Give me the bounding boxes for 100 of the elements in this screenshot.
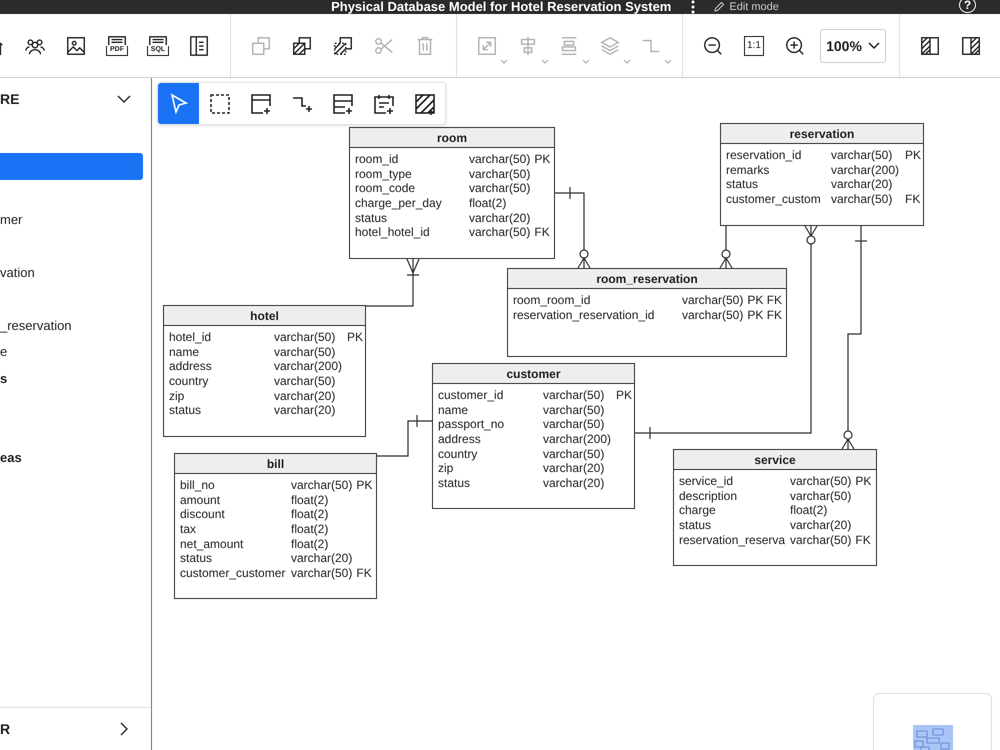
column-name: reservation_reservation_id <box>513 308 656 322</box>
column-name: status <box>726 177 760 192</box>
help-button[interactable]: ? <box>959 0 976 13</box>
column-name: reservation_reserva <box>679 532 786 548</box>
column-name: address <box>438 432 482 447</box>
column-name: description <box>679 488 738 504</box>
column-key: PK FK <box>747 293 782 308</box>
panel-icon <box>188 34 210 56</box>
column-name: hotel_hotel_id <box>355 225 431 240</box>
hatched-squares-icon <box>291 34 313 56</box>
column-name: bill_no <box>180 478 216 493</box>
column-name: status <box>355 210 388 226</box>
image-icon <box>65 34 87 56</box>
entity-table[interactable]: bill bill_no varchar(50) PK amount float(2) discount float(2) tax float(2) net_amount float(2) status varchar(20) customer_customer varchar(50) FK <box>174 453 377 599</box>
table-title: room_reservation <box>508 269 786 289</box>
resize-icon <box>476 34 498 56</box>
column-type: varchar(50) <box>543 402 606 418</box>
column-name: net_amount <box>180 536 244 552</box>
column-name: status <box>180 551 214 566</box>
column-key: PK FK <box>747 308 782 322</box>
column-key: PK <box>905 148 922 163</box>
column-type: varchar(50) <box>274 344 336 360</box>
diagram-thumbnail-icon <box>913 725 953 750</box>
column-type: varchar(20) <box>274 403 336 418</box>
entity-table[interactable]: room_reservation room_room_id varchar(50) PK FK reservation_reservation_id varchar(50) PK FK <box>507 268 787 357</box>
document-icon <box>146 35 169 46</box>
column-name: hotel_id <box>169 330 212 345</box>
column-key: PK <box>356 478 372 493</box>
entity-table[interactable]: service service_id varchar(50) PK description varchar(50) charge float(2) status varchar(20) reservation_reserva varchar(50) FK <box>673 449 877 566</box>
entity-table[interactable]: room room_id varchar(50) PK room_type varchar(50) room_code varchar(50) charge_per_day float(2) status varchar(20) hotel_hotel_id varchar(50) FK <box>349 127 555 259</box>
column-key: FK <box>356 566 372 581</box>
entity-table[interactable]: hotel hotel_id varchar(50) PK name varchar(50) address varchar(200) country varchar(50) zip varchar(20) status varchar(20) <box>163 305 366 437</box>
sidebar-item[interactable]: mer <box>0 212 22 227</box>
column-name: room_id <box>355 152 400 167</box>
column-name: room_room_id <box>513 293 592 308</box>
column-name: country <box>438 446 478 462</box>
mode-label: Edit mode <box>729 1 779 13</box>
entity-table[interactable]: reservation reservation_id varchar(50) PK remarks varchar(200) status varchar(20) customer_custom varchar(50) FK <box>720 123 924 226</box>
column-type: float(2) <box>469 196 506 211</box>
column-type: varchar(20) <box>831 177 894 192</box>
column-type: varchar(50) <box>682 293 744 308</box>
more-icon[interactable] <box>691 0 696 14</box>
toolbar-button[interactable]: 1:1 <box>736 28 772 64</box>
column-key: PK <box>855 474 872 489</box>
pencil-icon <box>713 1 726 13</box>
column-name: customer_id <box>438 388 504 403</box>
column-type: float(2) <box>291 492 328 508</box>
column-type: varchar(50) <box>543 388 606 403</box>
column-name: remarks <box>726 162 770 178</box>
column-type: varchar(20) <box>469 210 530 226</box>
column-type: varchar(50) <box>790 532 852 548</box>
hatched-area-icon <box>412 92 436 116</box>
column-type: varchar(50) <box>291 478 352 493</box>
sidebar-item[interactable]: _reservation <box>0 318 72 333</box>
hatched-left-icon <box>919 34 941 56</box>
sidebar-item[interactable]: e <box>0 344 8 360</box>
copy-icon <box>250 34 272 56</box>
column-type: float(2) <box>790 503 828 518</box>
table-title: room <box>350 128 554 148</box>
column-type: varchar(50) <box>831 192 894 207</box>
column-name: reservation_id <box>726 148 802 163</box>
column-type: varchar(50) <box>469 225 530 240</box>
column-name: country <box>169 374 210 389</box>
column-name: tax <box>180 522 198 537</box>
column-type: varchar(50) <box>291 566 352 581</box>
table-title: service <box>674 450 876 470</box>
column-type: varchar(50) <box>469 181 530 196</box>
table-title: bill <box>175 454 376 474</box>
column-type: varchar(50) <box>682 308 744 322</box>
column-type: varchar(50) <box>543 417 606 432</box>
sidebar-section[interactable]: s <box>0 370 8 386</box>
column-name: discount <box>180 507 226 522</box>
column-type: varchar(50) <box>790 474 852 489</box>
sidebar-item[interactable]: vation <box>0 264 35 280</box>
section-heading: R <box>0 721 10 737</box>
column-type: varchar(50) <box>469 166 530 182</box>
relationship-line <box>377 415 432 457</box>
relationship-line <box>366 258 420 307</box>
add-table-icon <box>248 92 272 116</box>
section-heading: RE <box>0 91 20 107</box>
add-row-icon <box>330 92 354 116</box>
table-title: hotel <box>164 306 365 326</box>
column-name: charge <box>679 503 717 518</box>
hatched-right-icon <box>960 34 982 56</box>
column-key: FK <box>905 192 920 207</box>
column-name: status <box>169 403 202 418</box>
column-type: varchar(20) <box>291 551 352 566</box>
column-key: FK <box>534 225 550 240</box>
column-type: varchar(200) <box>543 432 612 447</box>
entity-table[interactable]: customer customer_id varchar(50) PK name varchar(50) passport_no varchar(50) address varchar(200) country varchar(50) zip varchar(20) status varchar(20) <box>432 363 635 509</box>
column-type: varchar(20) <box>274 388 336 404</box>
layers-icon <box>599 34 621 56</box>
zoom-select[interactable]: 100% <box>820 28 886 62</box>
column-type: varchar(200) <box>274 359 344 374</box>
marquee-icon <box>208 92 232 116</box>
column-name: customer_customer <box>180 566 286 581</box>
column-name: service_id <box>679 474 734 489</box>
sidebar-section[interactable]: eas <box>0 450 22 466</box>
column-name: status <box>438 476 472 491</box>
table-title: reservation <box>721 124 923 144</box>
